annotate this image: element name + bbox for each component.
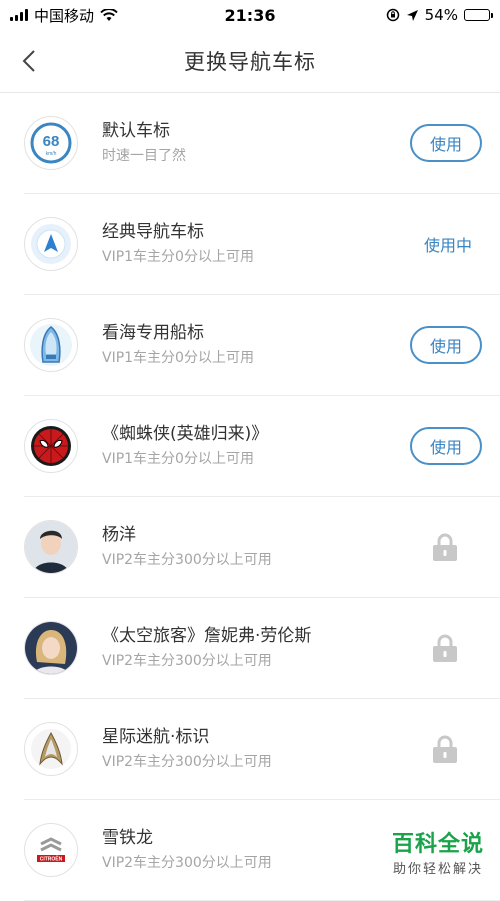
item-title: 雪铁龙 — [102, 828, 153, 848]
item-title: 经典导航车标 — [102, 222, 204, 242]
item-subtitle: 时速一目了然 — [102, 148, 186, 164]
list-item: 《太空旅客》詹妮弗·劳伦斯 VIP2车主分300分以上可用 — [24, 598, 500, 699]
watermark-title: 百科全说 — [391, 832, 484, 857]
battery-icon — [464, 9, 493, 21]
list-item: 《蜘蛛侠(英雄归来)》 VIP1车主分0分以上可用 使用 — [24, 396, 500, 497]
lock-icon — [433, 634, 457, 662]
citroen-logo-icon: CITROËN — [24, 823, 78, 877]
item-subtitle: VIP1车主分0分以上可用 — [102, 249, 254, 265]
use-button[interactable]: 使用 — [410, 427, 482, 465]
carrier-label: 中国移动 — [34, 6, 95, 25]
page-title: 更换导航车标 — [184, 50, 316, 74]
use-button[interactable]: 使用 — [410, 124, 482, 162]
watermark: 百科全说 助你轻松解决 — [392, 826, 484, 877]
list-item: 杨洋 VIP2车主分300分以上可用 — [24, 497, 500, 598]
item-title: 《太空旅客》詹妮弗·劳伦斯 — [102, 626, 312, 646]
list-item: 看海专用船标 VIP1车主分0分以上可用 使用 — [24, 295, 500, 396]
spiderman-icon — [24, 419, 78, 473]
signal-icon — [10, 9, 28, 21]
boat-icon — [24, 318, 78, 372]
location-icon — [406, 9, 418, 21]
battery-percent: 54% — [424, 6, 458, 24]
list-item: 星际迷航·标识 VIP2车主分300分以上可用 — [24, 699, 500, 800]
back-button[interactable] — [14, 44, 44, 78]
status-time: 21:36 — [224, 5, 276, 25]
item-title: 看海专用船标 — [102, 323, 204, 343]
rotation-lock-icon — [386, 8, 399, 22]
status-bar: 中国移动 21:36 54% — [0, 0, 500, 30]
wifi-icon — [100, 8, 118, 21]
item-subtitle: VIP2车主分300分以上可用 — [102, 754, 272, 770]
watermark-subtitle: 助你轻松解决 — [392, 862, 483, 877]
in-use-label: 使用中 — [423, 236, 472, 255]
item-subtitle: VIP2车主分300分以上可用 — [102, 855, 272, 871]
item-title: 默认车标 — [102, 121, 170, 141]
person-portrait-icon — [24, 520, 78, 574]
star-trek-badge-icon — [24, 722, 78, 776]
item-subtitle: VIP2车主分300分以上可用 — [102, 653, 272, 669]
lock-icon — [433, 735, 457, 763]
woman-portrait-icon — [24, 621, 78, 675]
speed-68-icon: 68 km/h — [24, 116, 78, 170]
item-title: 杨洋 — [102, 525, 136, 545]
list-item: 经典导航车标 VIP1车主分0分以上可用 使用中 — [24, 194, 500, 295]
item-subtitle: VIP2车主分300分以上可用 — [102, 552, 272, 568]
lock-icon — [433, 533, 457, 561]
item-subtitle: VIP1车主分0分以上可用 — [102, 451, 254, 467]
chevron-left-icon — [22, 50, 35, 72]
item-title: 星际迷航·标识 — [102, 727, 210, 747]
svg-text:km/h: km/h — [46, 151, 57, 157]
list-item: 68 km/h 默认车标 时速一目了然 使用 — [24, 93, 500, 194]
svg-text:CITROËN: CITROËN — [40, 856, 63, 863]
svg-text:68: 68 — [43, 133, 60, 150]
item-title: 《蜘蛛侠(英雄归来)》 — [102, 424, 269, 444]
car-icon-list: 68 km/h 默认车标 时速一目了然 使用 经典导航车标 VIP1车主分0分以… — [0, 93, 500, 901]
item-subtitle: VIP1车主分0分以上可用 — [102, 350, 254, 366]
navigation-arrow-icon — [24, 217, 78, 271]
nav-bar: 更换导航车标 — [0, 30, 500, 93]
use-button[interactable]: 使用 — [410, 326, 482, 364]
